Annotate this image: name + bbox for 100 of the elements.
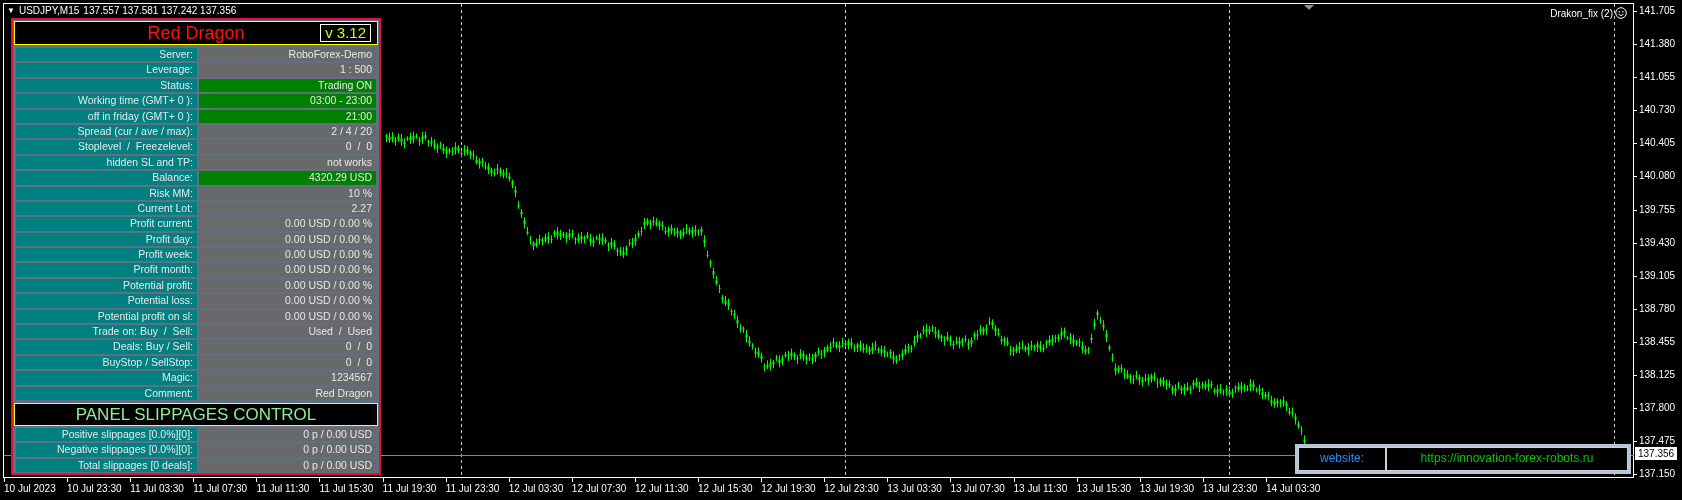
time-label: 11 Jul 23:30 [445, 483, 500, 494]
website-link[interactable]: https://innovation-forex-robots.ru [1386, 447, 1628, 471]
row-label: BuyStop / SellStop: [16, 355, 197, 370]
time-label: 13 Jul 11:30 [1013, 483, 1068, 494]
price-label: 137.150 [1639, 468, 1676, 480]
row-value: 0.00 USD / 0.00 % [199, 232, 376, 247]
price-label: 140.405 [1639, 137, 1676, 149]
price-label: 140.080 [1639, 170, 1676, 182]
shift-marker-icon[interactable] [1304, 5, 1314, 10]
section-header: PANEL SLIPPAGES CONTROL [14, 403, 378, 426]
row-value: 0.00 USD / 0.00 % [199, 278, 376, 293]
row-value: Trading ON [199, 78, 376, 93]
row-value: 0.00 USD / 0.00 % [199, 309, 376, 324]
time-label: 11 Jul 07:30 [193, 483, 248, 494]
price-label: 138.125 [1639, 369, 1676, 381]
time-label: 10 Jul 23:30 [67, 483, 122, 494]
time-label: 12 Jul 19:30 [761, 483, 816, 494]
price-label: 137.475 [1639, 435, 1676, 447]
row-value: Red Dragon [199, 386, 376, 400]
website-label: website: [1298, 447, 1386, 471]
row-label: Spread (cur / ave / max): [16, 124, 197, 139]
row-value: 0 p / 0.00 USD [199, 443, 376, 457]
row-label: Profit week: [16, 248, 197, 262]
row-value: 0.00 USD / 0.00 % [199, 248, 376, 262]
row-value: 2.27 [199, 201, 376, 216]
time-label: 13 Jul 23:30 [1202, 483, 1258, 494]
row-label: Comment: [16, 386, 197, 400]
row-label: Negative slippages [0.0%][0]: [16, 443, 197, 457]
row-value: not works [199, 155, 376, 170]
time-label: 12 Jul 03:30 [508, 483, 564, 494]
row-value: 0 p / 0.00 USD [199, 458, 376, 473]
row-label: Magic: [16, 371, 197, 385]
row-label: off in friday (GMT+ 0 ): [16, 109, 197, 123]
time-label: 12 Jul 15:30 [698, 483, 753, 494]
chart-quotes: 137.557 137.581 137.242 137.356 [83, 5, 237, 16]
time-label: 11 Jul 19:30 [382, 483, 437, 494]
expert-name: Drakon_fix (2) [1550, 7, 1613, 19]
panel-title: Red Dragon [147, 22, 245, 44]
time-label: 12 Jul 23:30 [824, 483, 879, 494]
time-label: 12 Jul 07:30 [571, 483, 627, 494]
row-label: Potential profit: [16, 278, 197, 293]
row-label: Status: [16, 78, 197, 93]
row-value: 0 / 0 [199, 340, 376, 354]
price-label: 139.105 [1639, 269, 1676, 281]
row-value: 0.00 USD / 0.00 % [199, 294, 376, 308]
time-label: 11 Jul 11:30 [256, 483, 310, 494]
time-label: 13 Jul 07:30 [950, 483, 1005, 494]
price-label: 138.780 [1639, 302, 1676, 314]
row-label: Potential profit on sl: [16, 309, 197, 324]
row-label: hidden SL and TP: [16, 155, 197, 170]
time-label: 14 Jul 03:30 [1265, 483, 1321, 494]
price-label: 141.380 [1639, 38, 1676, 50]
row-value: 2 / 4 / 20 [199, 124, 376, 139]
time-label: 13 Jul 19:30 [1139, 483, 1195, 494]
price-label: 139.755 [1639, 203, 1676, 215]
time-label: 11 Jul 03:30 [130, 483, 184, 494]
chart-symbol: USDJPY,M15 [18, 5, 80, 16]
row-label: Server: [16, 48, 197, 62]
price-label: 140.730 [1639, 104, 1676, 116]
time-label: 13 Jul 03:30 [887, 483, 942, 494]
row-value: 0 p / 0.00 USD [199, 428, 376, 442]
row-label: Positive slippages [0.0%][0]: [16, 428, 197, 442]
symbol-menu-button[interactable]: ▼ [7, 6, 15, 15]
row-value: Used / Used [199, 325, 376, 339]
row-value: 03:00 - 23:00 [199, 94, 376, 108]
row-value: 0.00 USD / 0.00 % [199, 263, 376, 277]
row-label: Leverage: [16, 63, 197, 77]
row-value: 1 : 500 [199, 63, 376, 77]
row-label: Profit month: [16, 263, 197, 277]
row-label: Profit current: [16, 217, 197, 231]
row-label: Working time (GMT+ 0 ): [16, 94, 197, 108]
smiley-icon[interactable] [1615, 7, 1627, 19]
row-label: Profit day: [16, 232, 197, 247]
row-value: 0 / 0 [199, 355, 376, 370]
row-label: Trade on: Buy / Sell: [16, 325, 197, 339]
price-label: 138.455 [1639, 335, 1676, 347]
row-label: Deals: Buy / Sell: [16, 340, 197, 354]
time-label: 12 Jul 11:30 [634, 483, 689, 494]
row-label: Total slippages [0 deals]: [16, 458, 197, 473]
row-value: 0.00 USD / 0.00 % [199, 217, 376, 231]
time-label: 11 Jul 15:30 [319, 483, 374, 494]
row-value: 21:00 [199, 109, 376, 123]
row-value: RoboForex-Demo [199, 48, 376, 62]
price-label: 141.705 [1639, 5, 1676, 16]
row-label: Risk MM: [16, 186, 197, 200]
current-price-tag: 137.356 [1635, 447, 1678, 460]
row-label: Current Lot: [16, 201, 197, 216]
time-label: 10 Jul 2023 [4, 483, 56, 494]
price-label: 139.430 [1639, 236, 1676, 248]
time-label: 13 Jul 15:30 [1076, 483, 1132, 494]
row-label: Potential loss: [16, 294, 197, 308]
price-label: 141.055 [1639, 71, 1676, 83]
row-value: 4320.29 USD [199, 171, 376, 185]
row-value: 1234567 [199, 371, 376, 385]
price-label: 137.800 [1639, 402, 1676, 414]
version-badge: v 3.12 [320, 24, 371, 42]
row-label: Stoplevel / Freezelevel: [16, 140, 197, 154]
row-label: Balance: [16, 171, 197, 185]
row-value: 0 / 0 [199, 140, 376, 154]
row-value: 10 % [199, 186, 376, 200]
